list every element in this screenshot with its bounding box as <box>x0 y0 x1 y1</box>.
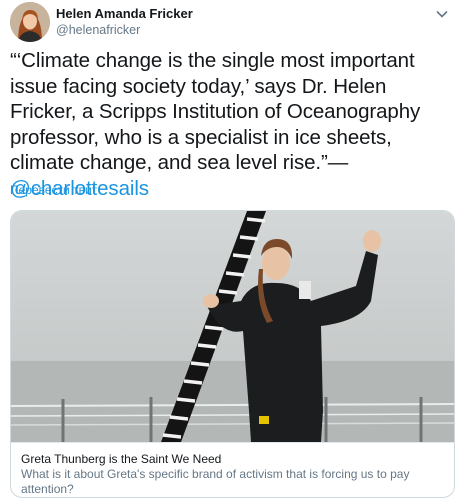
card-body: Greta Thunberg is the Saint We Need What… <box>11 442 454 497</box>
card-title: Greta Thunberg is the Saint We Need <box>21 452 222 466</box>
author-handle[interactable]: @helenafricker <box>56 22 193 39</box>
avatar-image <box>10 2 50 42</box>
author-display-name[interactable]: Helen Amanda Fricker <box>56 6 193 22</box>
tweet-header: Helen Amanda Fricker @helenafricker <box>10 2 450 46</box>
card-description: What is it about Greta's specific brand … <box>21 467 410 496</box>
translate-tweet-link[interactable]: Перевести твит <box>10 183 97 197</box>
tweet-body: “‘Climate change is the single most impo… <box>10 49 421 174</box>
link-card[interactable]: Greta Thunberg is the Saint We Need What… <box>10 210 455 498</box>
tweet-text: “‘Climate change is the single most impo… <box>10 48 450 201</box>
chevron-down-icon[interactable] <box>434 6 450 22</box>
author-names: Helen Amanda Fricker @helenafricker <box>56 6 193 39</box>
avatar[interactable] <box>10 2 50 42</box>
card-image <box>11 211 454 442</box>
